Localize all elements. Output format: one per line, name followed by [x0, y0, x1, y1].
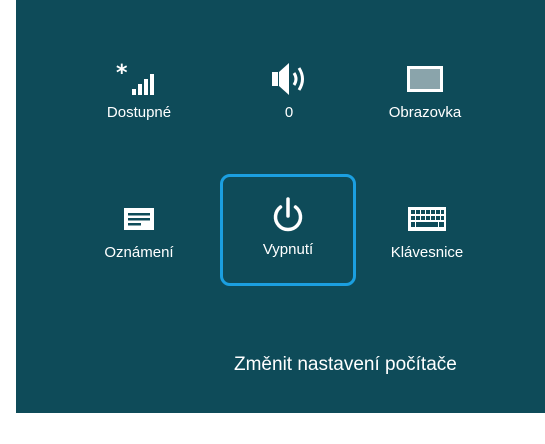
power-tile[interactable]: Vypnutí [220, 174, 356, 286]
notifications-tile-label: Oznámení [104, 244, 174, 261]
change-pc-settings-link[interactable]: Změnit nastavení počítače [234, 354, 457, 376]
network-tile[interactable]: * Dostupné [71, 38, 207, 150]
screen-tile-label: Obrazovka [388, 104, 462, 121]
volume-tile-label: 0 [284, 104, 294, 121]
network-tile-label: Dostupné [106, 104, 172, 121]
keyboard-tile[interactable]: Klávesnice [359, 178, 495, 290]
speaker-volume-icon [224, 59, 354, 99]
network-signal-icon: * [74, 59, 204, 99]
keyboard-tile-label: Klávesnice [390, 244, 464, 261]
keyboard-icon [362, 199, 492, 239]
settings-charm-panel: * Dostupné 0 Obrazovka Oznámení Vypnutí … [16, 0, 545, 413]
svg-text:*: * [116, 61, 128, 86]
screen-brightness-icon [360, 59, 490, 99]
notifications-icon [74, 199, 204, 239]
power-tile-label: Vypnutí [262, 241, 314, 258]
notifications-tile[interactable]: Oznámení [71, 178, 207, 290]
volume-tile[interactable]: 0 [221, 38, 357, 150]
screen-tile[interactable]: Obrazovka [357, 38, 493, 150]
power-icon [223, 196, 353, 236]
